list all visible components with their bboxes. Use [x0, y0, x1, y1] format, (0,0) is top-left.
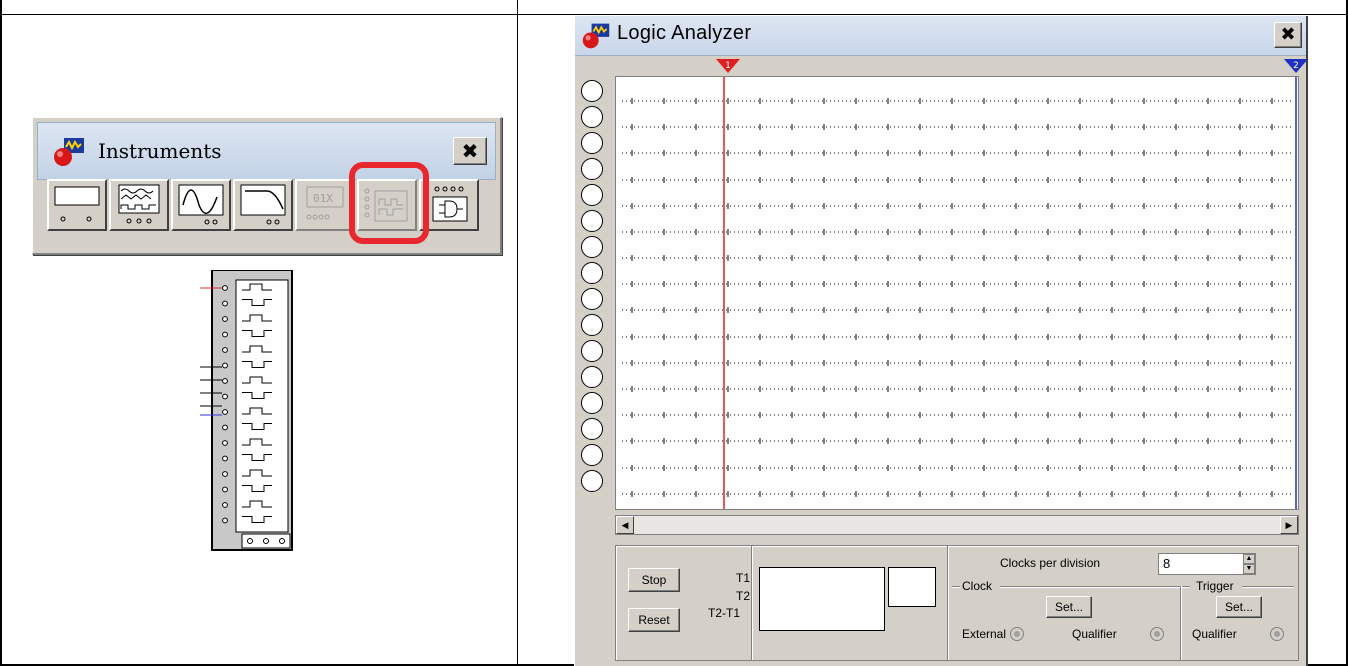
symbol-pin-1	[222, 300, 228, 307]
reset-button[interactable]: Reset	[628, 608, 680, 632]
trigger-group-label: Trigger	[1196, 579, 1234, 593]
instruments-window: Instruments ✖ 01X	[32, 117, 502, 255]
logic-analyzer-title-bar[interactable]: Logic Analyzer ✖	[575, 16, 1306, 56]
word-generator-icon: 01X	[306, 186, 344, 220]
channel-indicator-6	[581, 236, 603, 258]
function-generator-button[interactable]	[109, 179, 169, 231]
t2-t1-label: T2-T1	[708, 606, 741, 620]
clock-group-line-right	[1000, 586, 1190, 587]
trigger-set-button[interactable]: Set...	[1216, 596, 1262, 618]
channel-indicator-11	[581, 366, 603, 388]
spin-up-button[interactable]: ▲	[1243, 554, 1255, 564]
logic-analyzer-highlight	[349, 162, 429, 244]
instruments-title: Instruments	[98, 139, 222, 163]
symbol-pin-0	[222, 285, 228, 291]
symbol-pin-12	[222, 471, 228, 477]
channel-indicator-2	[581, 132, 603, 154]
symbol-pin-6	[222, 378, 228, 384]
channel-indicator-0	[581, 80, 603, 102]
clocks-per-division-value: 8	[1163, 556, 1171, 571]
symbol-pin-13	[222, 486, 228, 493]
logic-analyzer-symbol[interactable]	[200, 270, 296, 552]
cursor-2-label: 2	[1293, 61, 1299, 71]
channel-indicator-12	[581, 392, 603, 414]
scroll-right-button[interactable]: ▶	[1280, 516, 1298, 534]
oscilloscope-icon	[178, 184, 224, 225]
t1-label: T1	[736, 571, 751, 585]
trigger-divider	[1180, 586, 1181, 660]
external-label: External	[962, 627, 1007, 641]
clock-group-line-left	[952, 586, 960, 587]
trigger-qualifier-radio[interactable]	[1270, 627, 1284, 641]
table-column-divider	[517, 0, 518, 664]
clock-qualifier-radio[interactable]	[1150, 627, 1164, 641]
spin-down-button[interactable]: ▼	[1243, 564, 1255, 574]
word-generator-text: 01X	[313, 192, 333, 205]
logic-analyzer-window: Logic Analyzer ✖ 1 2 ◀ ▶ Stop Reset T1 T…	[574, 16, 1308, 666]
logic-analyzer-close-button[interactable]: ✖	[1274, 22, 1302, 48]
bode-plotter-button[interactable]	[233, 179, 293, 231]
word-generator-button[interactable]: 01X	[295, 179, 355, 231]
buttons-section	[616, 546, 752, 660]
symbol-pin-7	[222, 393, 228, 400]
symbol-pin-9	[222, 424, 228, 431]
cursor-2-marker[interactable]: 2	[1283, 58, 1309, 74]
channel-indicator-7	[581, 262, 603, 284]
channel-indicator-10	[581, 340, 603, 362]
trigger-group-line	[1242, 586, 1294, 587]
channel-indicator-15	[581, 470, 603, 492]
symbol-pin-5	[222, 362, 228, 369]
symbol-pin-10	[222, 440, 228, 446]
clocks-per-division-input[interactable]: 8 ▲ ▼	[1158, 553, 1256, 575]
instruments-close-button[interactable]: ✖	[453, 137, 487, 165]
symbol-pin-3	[222, 331, 228, 338]
value-readout-box	[888, 567, 936, 607]
control-panel: Stop Reset T1 T2 T2-T1 Clocks per divisi…	[615, 545, 1299, 661]
symbol-pin-15	[222, 517, 228, 524]
horizontal-scrollbar[interactable]: ◀ ▶	[615, 515, 1299, 535]
function-generator-icon	[118, 184, 160, 224]
multisim-app-icon	[54, 138, 84, 166]
channel-indicator-8	[581, 288, 603, 310]
bode-plotter-icon	[240, 184, 286, 225]
channel-indicator-3	[581, 158, 603, 180]
symbol-pin-11	[222, 455, 228, 462]
external-radio[interactable]	[1010, 627, 1024, 641]
cursor-1-marker[interactable]: 1	[715, 58, 741, 74]
clock-group-label: Clock	[962, 579, 993, 593]
clock-set-button[interactable]: Set...	[1046, 596, 1092, 618]
clock-qualifier-label: Qualifier	[1072, 627, 1117, 641]
trigger-qualifier-label: Qualifier	[1192, 627, 1237, 641]
table-header-border	[2, 14, 1346, 15]
time-readout-box	[759, 567, 885, 631]
logic-converter-icon	[432, 186, 468, 222]
channel-indicators	[581, 80, 607, 496]
signal-display[interactable]	[615, 76, 1299, 510]
clocks-per-division-label: Clocks per division	[1000, 556, 1101, 570]
channel-indicator-9	[581, 314, 603, 336]
scroll-left-button[interactable]: ◀	[616, 516, 634, 534]
channel-indicator-1	[581, 106, 603, 128]
logic-analyzer-title: Logic Analyzer	[617, 22, 752, 44]
symbol-pin-2	[222, 316, 228, 322]
multimeter-icon	[54, 186, 100, 222]
channel-indicator-14	[581, 444, 603, 466]
symbol-pin-14	[222, 502, 228, 508]
channel-indicator-5	[581, 210, 603, 232]
signal-grid	[622, 77, 1297, 509]
symbol-pin-4	[222, 347, 228, 353]
multisim-app-icon	[582, 23, 610, 49]
channel-indicator-4	[581, 184, 603, 206]
channel-indicator-13	[581, 418, 603, 440]
stop-button[interactable]: Stop	[628, 568, 680, 592]
oscilloscope-button[interactable]	[171, 179, 231, 231]
cursor-1-label: 1	[725, 61, 731, 71]
multimeter-button[interactable]	[47, 179, 107, 231]
t2-label: T2	[736, 589, 751, 603]
symbol-pin-8	[222, 409, 228, 415]
